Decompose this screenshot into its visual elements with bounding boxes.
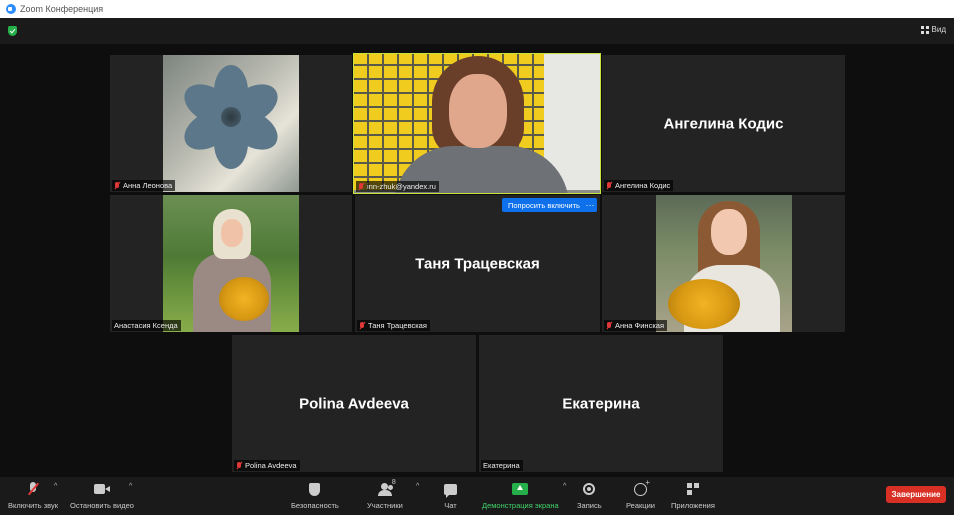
participant-name-label: Ангелина Кодис [604,180,674,191]
participant-photo [163,55,299,192]
reactions-smiley-icon [633,478,650,496]
view-button[interactable]: Вид [920,25,946,34]
window-titlebar: Zoom Конференция [0,0,954,18]
share-options-chevron-icon[interactable]: ^ [563,483,566,490]
mic-muted-icon [236,461,242,470]
encryption-shield-icon[interactable] [8,26,17,36]
participant-photo [656,195,792,332]
participant-video [354,54,600,193]
record-button[interactable]: Запись [577,481,602,510]
meeting-toolbar: Включить звук ^ Остановить видео ^ Безоп… [0,477,954,515]
participant-tile[interactable]: Polina Avdeeva Polina Avdeeva [232,335,476,472]
unmute-button[interactable]: Включить звук [8,481,58,510]
record-icon [583,483,596,495]
apps-button[interactable]: Приложения [671,481,715,510]
participants-button[interactable]: 8 Участники [367,479,403,510]
participant-tile[interactable]: Анна Финская [602,195,845,332]
share-screen-icon [512,483,529,495]
meeting-topbar: Вид [0,18,954,44]
apps-icon [686,483,699,495]
participant-display-name: Ангелина Кодис [663,115,784,132]
participant-name-label: Polina Avdeeva [234,460,300,471]
share-screen-button[interactable]: Демонстрация экрана [482,481,559,510]
participant-display-name: Екатерина [562,395,640,412]
participant-name-label: Таня Трацевская [357,320,430,331]
chat-button[interactable]: Чат [444,481,457,510]
stop-video-button[interactable]: Остановить видео [70,481,134,510]
participant-photo [163,195,299,332]
participant-name-label: Анастасия Ксенда [112,320,181,331]
participant-name-label: Анна Леонова [112,180,176,191]
participant-display-name: Polina Avdeeva [299,395,409,412]
mic-muted-icon [606,321,612,330]
security-shield-icon [309,482,321,496]
participant-tile[interactable]: Таня Трацевская Таня Трацевская [355,195,600,332]
mic-muted-icon [358,182,364,191]
ask-to-unmute-button[interactable]: Попросить включить [502,198,586,212]
participants-count: 8 [391,479,396,486]
zoom-logo-icon [6,4,16,14]
participant-tile[interactable]: Анастасия Ксенда [110,195,352,332]
participant-tile-active-speaker[interactable]: inn-zhuk@yandex.ru [353,53,601,194]
mic-muted-icon [359,321,365,330]
participant-name-label: inn-zhuk@yandex.ru [356,181,439,192]
participant-name-label: Анна Финская [604,320,668,331]
mic-muted-icon [114,181,120,190]
chat-icon [444,483,457,498]
camera-icon [93,484,110,494]
security-button[interactable]: Безопасность [291,481,339,510]
mic-muted-icon [606,181,612,190]
participant-display-name: Таня Трацевская [415,255,540,272]
tile-more-button[interactable]: ··· [583,198,597,212]
audio-options-chevron-icon[interactable]: ^ [54,483,57,490]
view-label: Вид [931,25,946,34]
participant-tile[interactable]: Анна Леонова [110,55,352,192]
participant-tile[interactable]: Ангелина Кодис Ангелина Кодис [602,55,845,192]
grid-view-icon [920,25,929,34]
reactions-button[interactable]: Реакции [626,478,655,511]
participant-tile[interactable]: Екатерина Екатерина [479,335,723,472]
end-meeting-button[interactable]: Завершение [886,486,946,503]
microphone-muted-icon [28,482,38,496]
window-title: Zoom Конференция [20,4,104,14]
video-options-chevron-icon[interactable]: ^ [129,483,132,490]
participants-options-chevron-icon[interactable]: ^ [416,483,419,490]
participant-name-label: Екатерина [481,460,523,471]
